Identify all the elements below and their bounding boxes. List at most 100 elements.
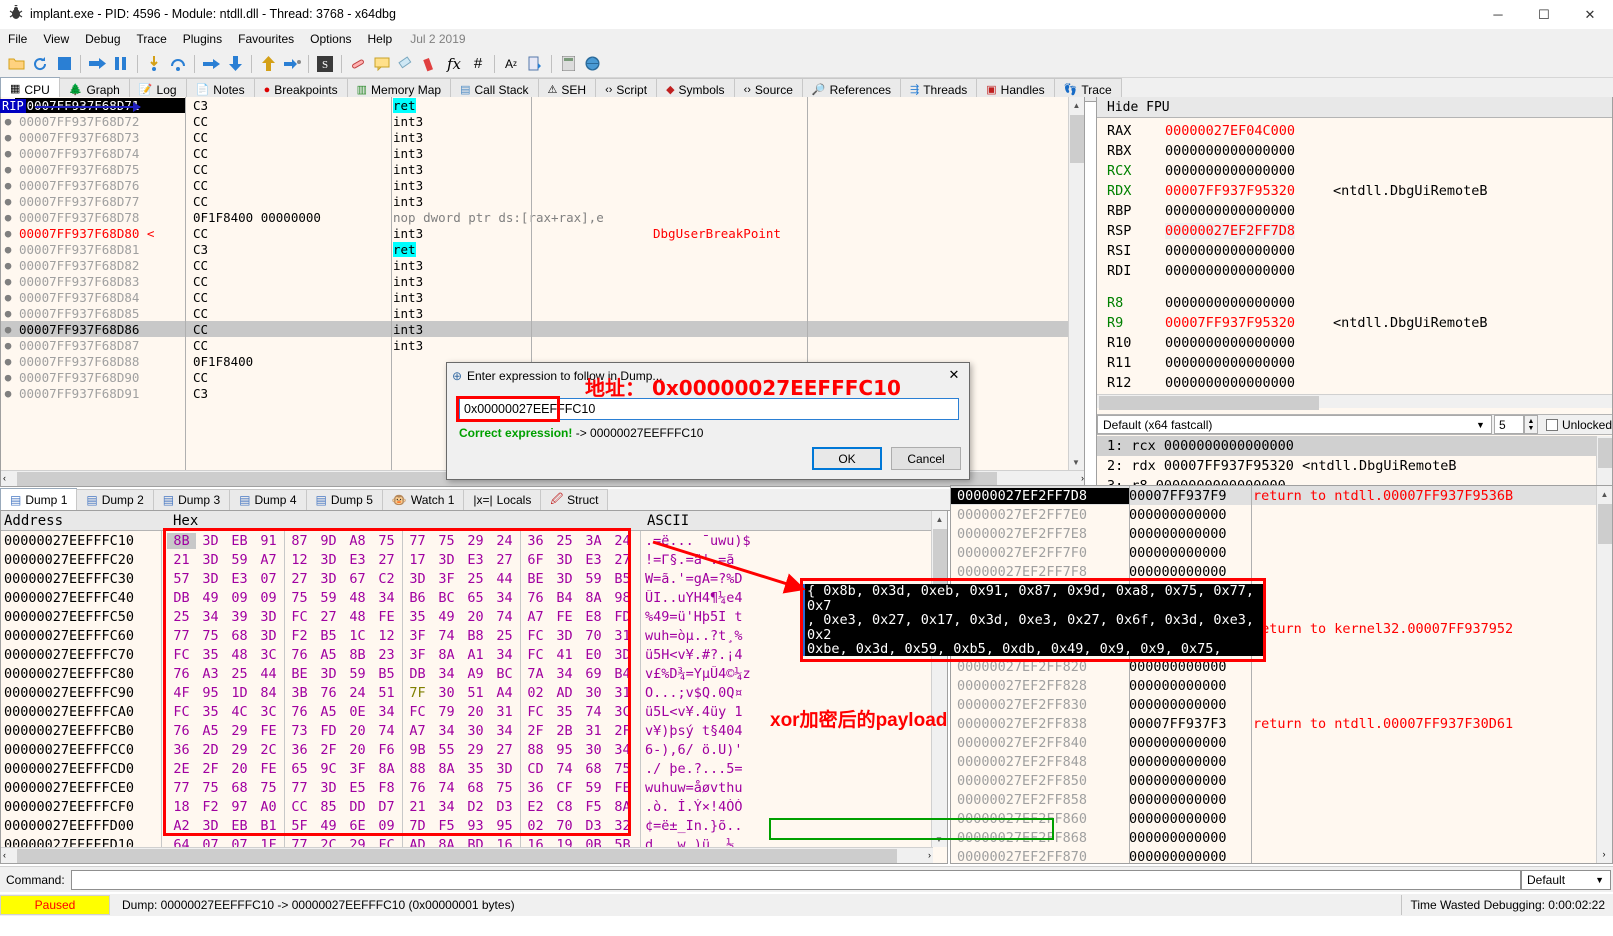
- dump-byte[interactable]: 3D: [314, 780, 343, 796]
- dump-byte[interactable]: 3D: [314, 571, 343, 587]
- dump-byte[interactable]: 9C: [314, 761, 343, 777]
- dump-byte[interactable]: CD: [521, 761, 550, 777]
- dump-byte[interactable]: BE: [285, 666, 314, 682]
- dump-byte[interactable]: 59: [225, 552, 254, 568]
- disasm-row[interactable]: ● 00007FF937F68D76 CC int3: [1, 177, 1084, 193]
- command-input[interactable]: [70, 869, 1521, 890]
- dump-byte[interactable]: EB: [225, 533, 254, 549]
- disasm-row[interactable]: ● 00007FF937F68D80 < CC int3 DbgUserBreakPoi…: [1, 225, 1084, 241]
- stack-row[interactable]: 00000027EF2FF838 00007FF937F3 return to nt…: [951, 714, 1612, 733]
- register-row[interactable]: R8 0000000000000000: [1097, 293, 1612, 313]
- dump-byte[interactable]: 76: [403, 780, 432, 796]
- breakpoint-dot-icon[interactable]: ●: [1, 211, 15, 224]
- dump-byte[interactable]: 35: [403, 609, 432, 625]
- dump-byte[interactable]: 8A: [579, 590, 608, 606]
- dump-byte[interactable]: 32: [608, 818, 637, 834]
- dump-byte[interactable]: 27: [608, 552, 637, 568]
- dump-byte[interactable]: 88: [403, 761, 432, 777]
- dump-byte[interactable]: F6: [372, 742, 401, 758]
- menu-file[interactable]: File: [0, 30, 35, 48]
- dump-byte[interactable]: 3D: [550, 628, 579, 644]
- dump-byte[interactable]: BC: [432, 590, 461, 606]
- dump-row[interactable]: 00000027EEFFFCD0 2E 2F 20 FE 65 9C 3F 8A 88 8A 35 3D…: [1, 759, 947, 778]
- stack-row[interactable]: 00000027EF2FF840 000000000000: [951, 733, 1612, 752]
- dump-row[interactable]: 00000027EEFFFD00 A2 3D EB B1 5F 49 6E 09 7D F5 93 95…: [1, 816, 947, 835]
- breakpoint-dot-icon[interactable]: ●: [1, 371, 15, 384]
- dump-byte[interactable]: 7F: [403, 685, 432, 701]
- dump-byte[interactable]: 3F: [403, 647, 432, 663]
- dump-byte[interactable]: 75: [372, 533, 401, 549]
- stack-row[interactable]: 00000027EF2FF858 000000000000: [951, 790, 1612, 809]
- tab-dump-5[interactable]: ▤ Dump 5: [305, 489, 383, 510]
- dump-byte[interactable]: 3F: [343, 761, 372, 777]
- breakpoint-dot-icon[interactable]: ●: [1, 195, 15, 208]
- dump-byte[interactable]: 51: [372, 685, 401, 701]
- dump-byte[interactable]: DD: [343, 799, 372, 815]
- pause-icon[interactable]: [109, 52, 133, 76]
- dump-byte[interactable]: 2B: [550, 723, 579, 739]
- dump-byte[interactable]: 41: [550, 647, 579, 663]
- dump-byte[interactable]: 34: [608, 742, 637, 758]
- dump-byte[interactable]: 34: [432, 799, 461, 815]
- register-value[interactable]: 0000000000000000: [1165, 375, 1295, 391]
- scroll-up-icon[interactable]: ▲: [1597, 486, 1612, 502]
- dump-byte[interactable]: 09: [372, 818, 401, 834]
- hide-fpu-button[interactable]: Hide FPU: [1097, 97, 1612, 118]
- command-mode-select[interactable]: Default ▼: [1521, 869, 1611, 890]
- dump-byte[interactable]: DB: [403, 666, 432, 682]
- register-row[interactable]: R11 0000000000000000: [1097, 353, 1612, 373]
- dump-byte[interactable]: 35: [550, 704, 579, 720]
- tab-struct[interactable]: 🖉 Struct: [540, 489, 609, 510]
- dump-byte[interactable]: 20: [225, 761, 254, 777]
- dump-byte[interactable]: 34: [372, 590, 401, 606]
- disasm-row[interactable]: ● 00007FF937F68D73 CC int3: [1, 129, 1084, 145]
- font-icon[interactable]: Az: [499, 52, 523, 76]
- close-button[interactable]: ✕: [1567, 0, 1613, 29]
- dump-byte[interactable]: 3B: [285, 685, 314, 701]
- dump-byte[interactable]: F5: [579, 799, 608, 815]
- stack-row[interactable]: 00000027EF2FF848 000000000000: [951, 752, 1612, 771]
- dump-byte[interactable]: A4: [490, 685, 519, 701]
- dump-byte[interactable]: 55: [432, 742, 461, 758]
- dump-byte[interactable]: 7D: [403, 818, 432, 834]
- breakpoint-dot-icon[interactable]: ●: [1, 179, 15, 192]
- dump-byte[interactable]: 3D: [196, 818, 225, 834]
- breakpoint-dot-icon[interactable]: ●: [1, 115, 15, 128]
- dump-byte[interactable]: 31: [490, 704, 519, 720]
- regs-hscrollbar[interactable]: [1097, 394, 1612, 410]
- dump-hscrollbar[interactable]: ‹ ›: [1, 847, 933, 863]
- dump-byte[interactable]: 75: [608, 761, 637, 777]
- dump-row[interactable]: 00000027EEFFFCB0 76 A5 29 FE 73 FD 20 74 A7 34 30 34…: [1, 721, 947, 740]
- scroll-down-icon[interactable]: ▼: [1069, 454, 1083, 470]
- breakpoint-dot-icon[interactable]: ●: [1, 275, 15, 288]
- dump-byte[interactable]: 8A: [432, 647, 461, 663]
- unlocked-checkbox[interactable]: Unlocked: [1545, 418, 1612, 432]
- argument-count-stepper[interactable]: ▲ ▼: [1523, 415, 1538, 434]
- dump-byte[interactable]: 79: [432, 704, 461, 720]
- dump-byte[interactable]: 17: [403, 552, 432, 568]
- dump-row[interactable]: 00000027EEFFFC80 76 A3 25 44 BE 3D 59 B5 DB 34 A9 BC…: [1, 664, 947, 683]
- dump-row[interactable]: 00000027EEFFFC10 8B 3D EB 91 87 9D A8 75 77 75 29 24…: [1, 531, 947, 550]
- dump-byte[interactable]: 70: [550, 818, 579, 834]
- dump-byte[interactable]: 36: [521, 533, 550, 549]
- register-row[interactable]: RAX 00000027EF04C000: [1097, 121, 1612, 141]
- dump-vscrollbar[interactable]: ▲ ▼: [931, 511, 947, 847]
- dump-byte[interactable]: A3: [196, 666, 225, 682]
- dump-byte[interactable]: E3: [343, 552, 372, 568]
- label-icon[interactable]: [394, 52, 418, 76]
- register-value[interactable]: 0000000000000000: [1165, 163, 1295, 179]
- dump-byte[interactable]: 35: [196, 647, 225, 663]
- dump-byte[interactable]: 75: [196, 780, 225, 796]
- stack-row[interactable]: 00000027EF2FF7F0 000000000000: [951, 543, 1612, 562]
- dump-byte[interactable]: 30: [432, 685, 461, 701]
- dump-byte[interactable]: 98: [608, 590, 637, 606]
- calling-convention-select[interactable]: Default (x64 fastcall) ▼: [1097, 415, 1492, 434]
- tab-locals[interactable]: |x=| Locals: [463, 489, 542, 510]
- stack-row[interactable]: 00000027EF2FF830 000000000000: [951, 695, 1612, 714]
- step-down-icon[interactable]: [223, 52, 247, 76]
- dump-byte[interactable]: 9B: [403, 742, 432, 758]
- expression-input[interactable]: 0x00000027EEFFFC10: [459, 398, 959, 420]
- dump-byte[interactable]: 77: [285, 780, 314, 796]
- dump-byte[interactable]: 76: [285, 704, 314, 720]
- dump-byte[interactable]: FD: [608, 609, 637, 625]
